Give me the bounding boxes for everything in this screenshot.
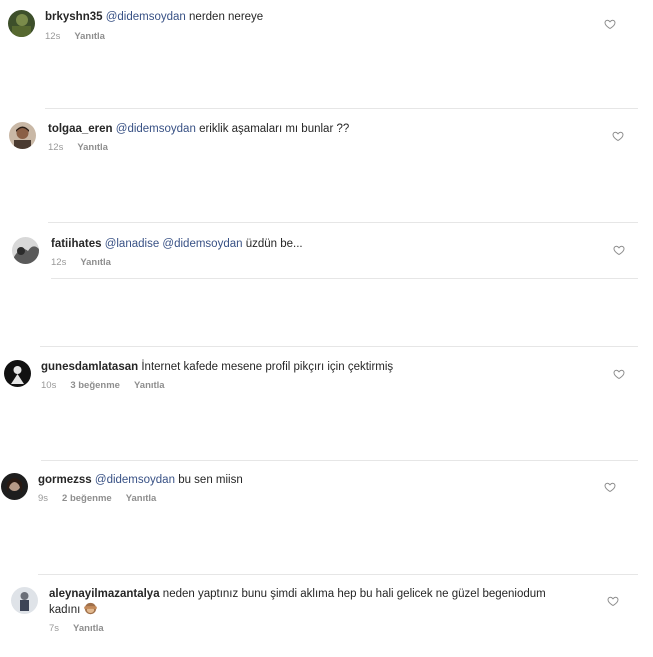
comment-time[interactable]: 7s <box>49 623 59 634</box>
comment-text: bu sen miisn <box>178 474 243 486</box>
reply-button[interactable]: Yanıtla <box>74 31 105 42</box>
avatar[interactable] <box>4 360 31 387</box>
comment-text: üzdün be... <box>245 238 303 250</box>
comment-text: eriklik aşamaları mı bunlar ?? <box>199 123 350 135</box>
comment-time[interactable]: 12s <box>45 31 60 42</box>
comment-mention[interactable]: @didemsoydan <box>106 11 186 23</box>
divider <box>45 108 638 109</box>
comment-username[interactable]: fatiihates <box>51 238 102 250</box>
see-no-evil-monkey-emoji <box>83 602 97 615</box>
avatar[interactable] <box>1 473 28 500</box>
comment-time[interactable]: 12s <box>51 257 66 268</box>
reply-button[interactable]: Yanıtla <box>80 257 111 268</box>
comment-time[interactable]: 12s <box>48 142 63 153</box>
heart-outline-icon[interactable] <box>613 244 625 256</box>
divider <box>51 278 638 279</box>
divider <box>40 346 638 347</box>
reply-button[interactable]: Yanıtla <box>134 380 165 391</box>
reply-button[interactable]: Yanıtla <box>126 493 157 504</box>
reply-button[interactable]: Yanıtla <box>77 142 108 153</box>
avatar[interactable] <box>8 10 35 37</box>
comment-mention[interactable]: @lanadise <box>105 238 160 250</box>
comment-username[interactable]: tolgaa_eren <box>48 123 113 135</box>
divider <box>48 222 638 223</box>
divider <box>41 460 638 461</box>
avatar[interactable] <box>12 237 39 264</box>
comment-username[interactable]: aleynayilmazantalya <box>49 588 160 600</box>
comment-username[interactable]: gormezss <box>38 474 92 486</box>
comment-text: nerden nereye <box>189 11 264 23</box>
comment-mention[interactable]: @didemsoydan <box>162 238 242 250</box>
comment-text-continued: kadını <box>49 604 81 616</box>
heart-outline-icon[interactable] <box>613 368 625 380</box>
heart-outline-icon[interactable] <box>612 130 624 142</box>
comment-time[interactable]: 10s <box>41 380 56 391</box>
avatar[interactable] <box>9 122 36 149</box>
likes-count[interactable]: 2 beğenme <box>62 493 112 504</box>
comment-mention[interactable]: @didemsoydan <box>95 474 175 486</box>
comment-time[interactable]: 9s <box>38 493 48 504</box>
divider <box>38 574 638 575</box>
comment-username[interactable]: gunesdamlatasan <box>41 361 138 373</box>
comment-text: İnternet kafede mesene profil pikçırı iç… <box>141 361 394 373</box>
reply-button[interactable]: Yanıtla <box>73 623 104 634</box>
comment-username[interactable]: brkyshn35 <box>45 11 103 23</box>
heart-outline-icon[interactable] <box>604 18 616 30</box>
heart-outline-icon[interactable] <box>604 481 616 493</box>
avatar[interactable] <box>11 587 38 614</box>
likes-count[interactable]: 3 beğenme <box>70 380 120 391</box>
comment-text: neden yaptınız bunu şimdi aklıma hep bu … <box>162 588 546 600</box>
comment-mention[interactable]: @didemsoydan <box>116 123 196 135</box>
heart-outline-icon[interactable] <box>607 595 619 607</box>
